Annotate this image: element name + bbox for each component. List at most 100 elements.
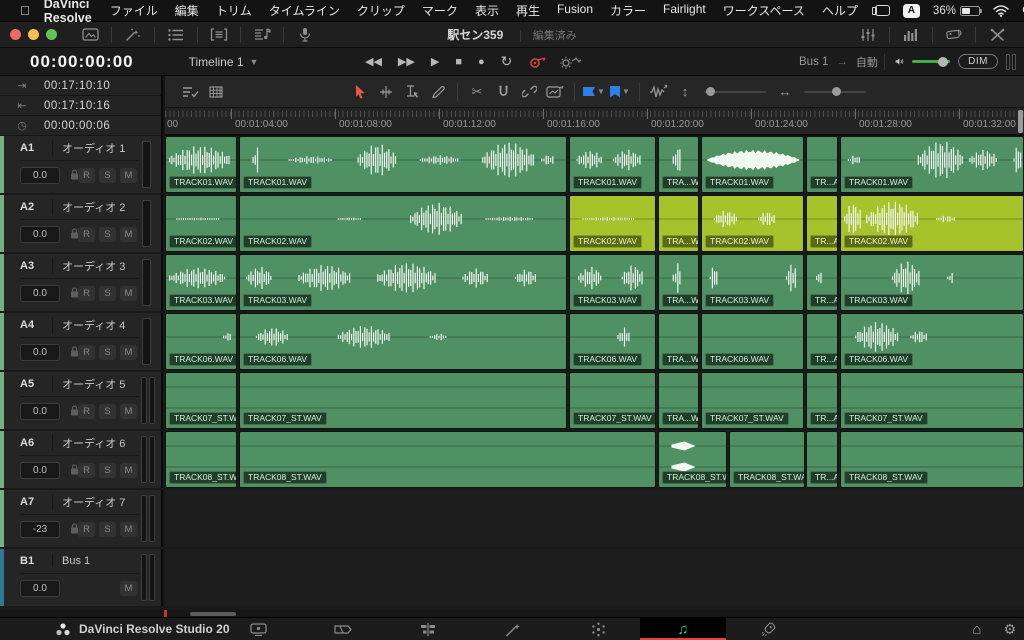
track-record-arm-button[interactable]: R (78, 522, 95, 537)
av-link-icon[interactable] (542, 81, 568, 103)
track-gain-field[interactable]: 0.0 (20, 285, 60, 302)
page-fairlight-icon-active[interactable]: ♫ (640, 618, 726, 640)
track-gain-field[interactable]: 0.0 (20, 167, 60, 184)
audio-clip[interactable]: TRACK07_ST.WAV (701, 372, 804, 429)
page-color-icon[interactable] (578, 618, 618, 640)
apple-menu-icon[interactable]:  (20, 3, 30, 18)
close-window-button[interactable] (10, 29, 21, 40)
audio-clip[interactable]: TR...AV (806, 254, 838, 311)
automation-settings-icon[interactable] (560, 55, 582, 69)
page-fusion-icon[interactable] (493, 618, 533, 640)
timeline-lane-A6[interactable]: TRACK08_ST.WAVTRACK08_ST.WAVTRACK08_ST.W… (165, 431, 1024, 488)
audio-clip[interactable]: TRACK01.WAV (569, 136, 656, 193)
monitor-volume-slider[interactable] (912, 60, 950, 63)
audio-clip[interactable]: TRACK06.WAV (239, 313, 567, 370)
track-grid-icon[interactable] (203, 81, 229, 103)
menu-item[interactable]: Fairlight (663, 2, 706, 19)
trim-tool[interactable] (373, 81, 399, 103)
track-header-A5[interactable]: A5オーディオ 50.0RSM (0, 372, 163, 429)
timeline-selector[interactable]: Timeline 1 ▼ (189, 55, 259, 69)
rewind-button[interactable]: ◀◀ (365, 55, 382, 68)
track-header-A3[interactable]: A3オーディオ 30.0RSM (0, 254, 163, 311)
track-name-label[interactable]: オーディオ 1 (52, 140, 125, 156)
timeline-view-options-icon[interactable] (177, 81, 203, 103)
track-name-label[interactable]: オーディオ 7 (52, 494, 125, 510)
mixer-icon[interactable] (851, 26, 885, 44)
timeline-lane-A2[interactable]: TRACK02.WAVTRACK02.WAVTRACK02.WAVTRA...W… (165, 195, 1024, 252)
audio-clip[interactable]: TRACK01.WAV (165, 136, 237, 193)
audio-clip[interactable]: TR...AV (806, 372, 838, 429)
audio-clip[interactable]: TRA...WAV (658, 254, 699, 311)
audio-clip[interactable]: TR...AV (806, 195, 838, 252)
media-pool-icon[interactable] (73, 26, 107, 44)
menu-item[interactable]: カラー (610, 2, 646, 19)
track-solo-button[interactable]: S (99, 463, 116, 478)
track-gain-field[interactable]: 0.0 (20, 403, 60, 420)
track-mute-button[interactable]: M (120, 404, 137, 419)
page-media-icon[interactable] (238, 618, 278, 640)
timeline-lane-A5[interactable]: TRACK07_ST.WAVTRACK07_ST.WAVTRACK07_ST.W… (165, 372, 1024, 429)
audio-clip[interactable]: TRACK06.WAV (840, 313, 1024, 370)
track-mute-button[interactable]: M (120, 227, 137, 242)
range-selection-tool[interactable] (399, 81, 425, 103)
pencil-tool[interactable] (425, 81, 451, 103)
audio-clip[interactable]: TRACK07_ST.WAV (165, 372, 237, 429)
track-header-A1[interactable]: A1オーディオ 10.0RSM (0, 136, 163, 193)
audio-clip[interactable]: TRACK06.WAV (165, 313, 237, 370)
menu-item[interactable]: ワークスペース (723, 2, 805, 19)
audio-clip[interactable]: TRACK02.WAV (165, 195, 237, 252)
track-header-A6[interactable]: A6オーディオ 60.0RSM (0, 431, 163, 488)
range-duration-row[interactable]: ◷ 00:00:00:06 (0, 116, 161, 136)
audio-clip[interactable]: TRACK02.WAV (239, 195, 567, 252)
track-gain-field[interactable]: 0.0 (20, 226, 60, 243)
audio-clip[interactable]: TRACK07_ST.WAV (239, 372, 567, 429)
track-name-label[interactable]: オーディオ 6 (52, 435, 125, 451)
audio-clip[interactable]: TRACK08_ST.WAV (729, 431, 805, 488)
track-mute-button[interactable]: M (120, 581, 137, 596)
snapping-icon[interactable] (490, 81, 516, 103)
razor-cut-icon[interactable]: ✂ (464, 81, 490, 103)
audio-clip[interactable]: TRACK07_ST.WAV (569, 372, 656, 429)
page-deliver-icon[interactable] (748, 618, 788, 640)
track-gain-field[interactable]: -23 (20, 521, 60, 538)
marker-button[interactable]: ▼ (607, 81, 633, 103)
loop-button[interactable]: ↻ (501, 53, 513, 70)
menu-item[interactable]: 編集 (175, 2, 199, 19)
audio-clip[interactable]: TR...AV (806, 136, 838, 193)
page-edit-icon[interactable] (408, 618, 448, 640)
track-gain-field[interactable]: 0.0 (20, 462, 60, 479)
track-mute-button[interactable]: M (120, 522, 137, 537)
dim-button[interactable]: DIM (958, 54, 998, 69)
horizontal-zoom-handle[interactable] (832, 87, 841, 96)
track-record-arm-button[interactable]: R (78, 345, 95, 360)
marker-chevron-icon[interactable]: ▼ (622, 87, 630, 96)
automation-toggle-icon[interactable] (528, 55, 548, 69)
track-solo-button[interactable]: S (99, 168, 116, 183)
volume-slider-handle[interactable] (938, 57, 948, 67)
vertical-scrollbar-thumb[interactable] (1018, 110, 1023, 133)
menu-item[interactable]: クリップ (357, 2, 405, 19)
range-out-row[interactable]: ⇤ 00:17:10:16 (0, 96, 161, 116)
vertical-zoom-slider[interactable] (704, 91, 766, 93)
audio-clip[interactable]: TRACK03.WAV (701, 254, 804, 311)
track-record-arm-button[interactable]: R (78, 404, 95, 419)
track-record-arm-button[interactable]: R (78, 227, 95, 242)
track-gain-field[interactable]: 0.0 (20, 580, 60, 597)
effects-wand-icon[interactable] (116, 26, 150, 44)
vertical-zoom-icon[interactable]: ↕ (672, 81, 698, 103)
menu-item[interactable]: タイムライン (269, 2, 340, 19)
audio-clip[interactable]: TR...AV (806, 431, 838, 488)
horizontal-scrollbar[interactable] (0, 610, 1024, 617)
vertical-zoom-handle[interactable] (706, 87, 715, 96)
tools-icon[interactable] (980, 26, 1014, 44)
track-record-arm-button[interactable]: R (78, 286, 95, 301)
track-header-B1[interactable]: B1Bus 10.0M (0, 549, 163, 606)
timeline-lane-A1[interactable]: TRACK01.WAVTRACK01.WAVTRACK01.WAVTRA...W… (165, 136, 1024, 193)
timeline-ruler[interactable]: 00 00:01:04:0000:01:08:0000:01:12:0000:0… (165, 108, 1024, 136)
project-manager-home-icon[interactable]: ⌂ (972, 621, 981, 638)
track-record-arm-button[interactable]: R (78, 168, 95, 183)
audio-clip[interactable]: TRA...WAV (658, 372, 699, 429)
audio-clip[interactable]: TRACK01.WAV (840, 136, 1024, 193)
sound-library-icon[interactable] (245, 26, 279, 44)
adr-tag-icon[interactable] (937, 26, 971, 44)
